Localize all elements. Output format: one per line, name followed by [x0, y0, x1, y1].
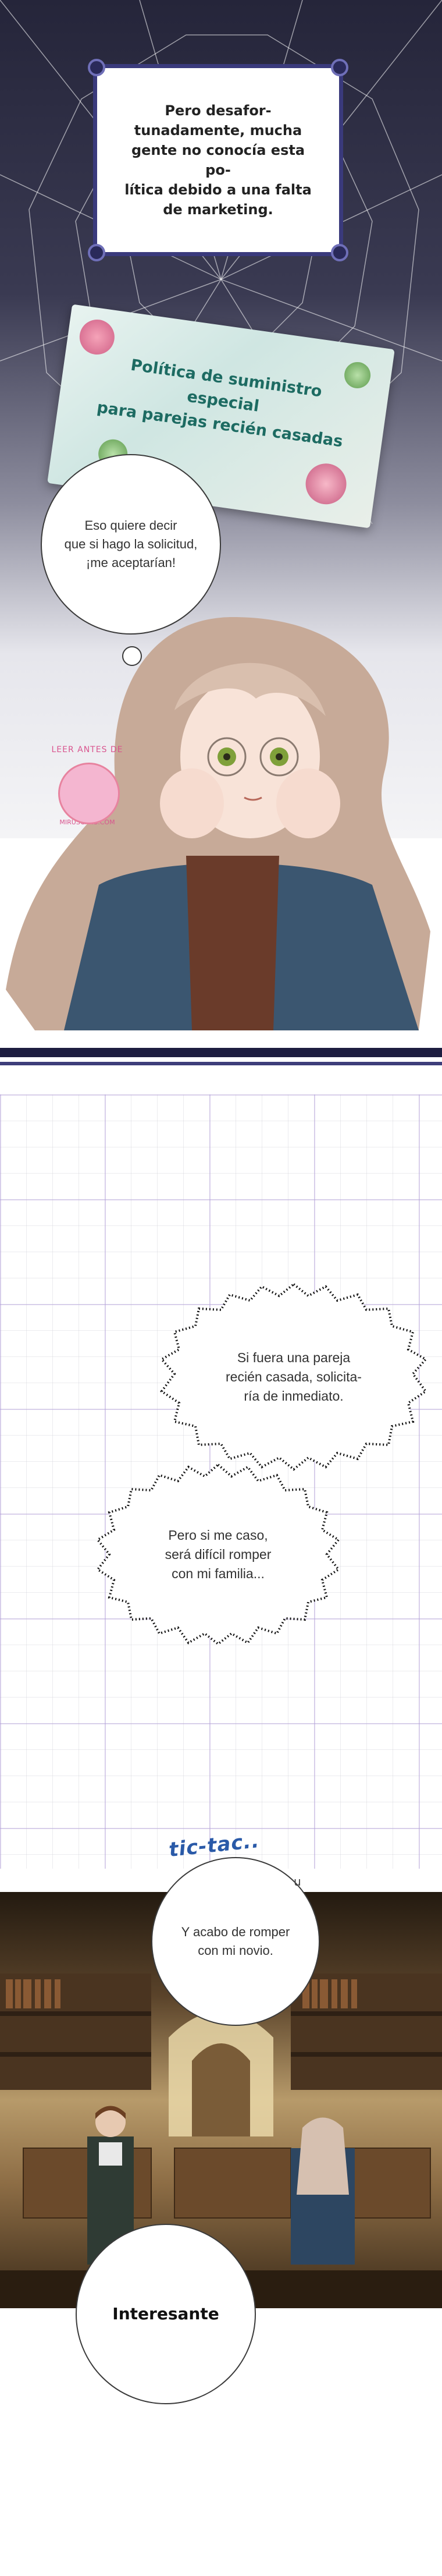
watermark-logo — [58, 763, 120, 824]
small-sfx-mark: u — [294, 1875, 301, 1888]
thought-bubble-spiky: Si fuera una pareja recién casada, solic… — [157, 1281, 430, 1473]
thought-text: Si fuera una pareja recién casada, solic… — [226, 1349, 362, 1404]
policy-title: Política de suministro especial para par… — [95, 356, 344, 451]
watermark-top-text: LEER ANTES DE — [51, 745, 123, 754]
narration-box: Pero desafor- tunadamente, mucha gente n… — [88, 59, 348, 261]
translator-watermark: LEER ANTES DE MIRUSCANS.COM — [35, 745, 140, 850]
narration-text: Pero desafor- tunadamente, mucha gente n… — [124, 102, 312, 218]
frame-corner-ornament — [88, 59, 105, 76]
panel-divider — [0, 1048, 442, 1057]
speech-text: Y acabo de romper con mi novio. — [181, 1925, 290, 1958]
webtoon-page: Pero desafor- tunadamente, mucha gente n… — [0, 0, 442, 2576]
panel-divider — [0, 1062, 442, 1065]
speech-text: Eso quiere decir que si hago la solicitu… — [64, 518, 198, 570]
frame-corner-ornament — [331, 59, 348, 76]
thought-text: Pero si me caso, será difícil romper con… — [165, 1527, 272, 1581]
speech-bubble-final: Interesante — [76, 2224, 256, 2404]
flower-decoration — [303, 460, 350, 507]
speech-text: Interesante — [112, 2304, 219, 2323]
frame-corner-ornament — [88, 244, 105, 261]
frame-corner-ornament — [331, 244, 348, 261]
thought-bubble-spiky: Pero si me caso, será difícil romper con… — [93, 1461, 343, 1647]
